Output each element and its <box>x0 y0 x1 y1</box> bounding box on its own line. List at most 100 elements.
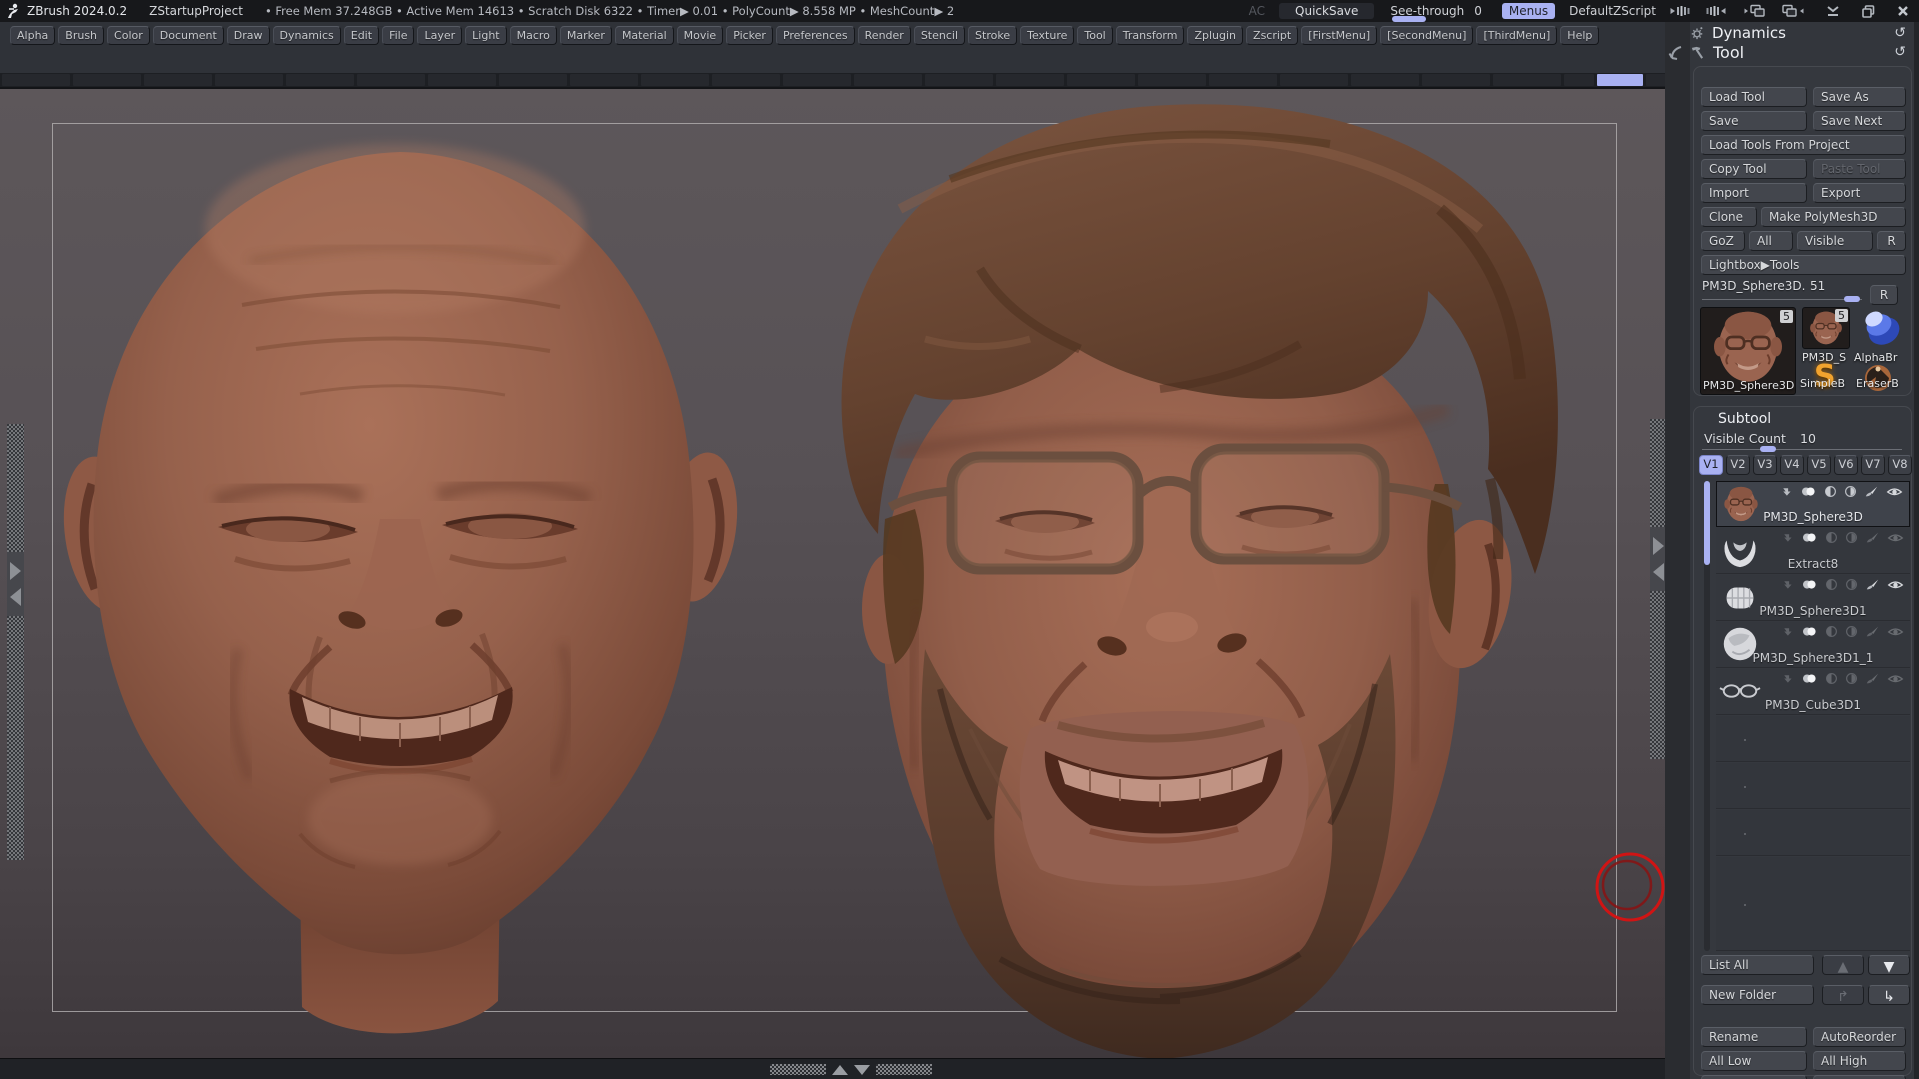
menu-secondmenu[interactable]: [SecondMenu] <box>1380 26 1474 45</box>
visibility-eye-icon[interactable] <box>1887 532 1904 544</box>
cut-button[interactable] <box>1701 1075 1807 1079</box>
menu-movie[interactable]: Movie <box>676 26 724 45</box>
polypaint-circles-icon[interactable] <box>1801 578 1818 591</box>
scrub-back-icon[interactable] <box>1670 5 1692 17</box>
menu-brush[interactable]: Brush <box>58 26 105 45</box>
polypaint-half-icon[interactable] <box>1825 531 1838 544</box>
dynamics-reset-icon[interactable]: ↺ <box>1894 25 1906 41</box>
quicksave-button[interactable]: QuickSave <box>1279 3 1375 19</box>
left-strip-open-icon[interactable] <box>10 562 21 580</box>
minimize-icon[interactable] <box>1826 5 1840 17</box>
restore-icon[interactable] <box>1862 4 1875 18</box>
menu-dynamics[interactable]: Dynamics <box>272 26 341 45</box>
default-zscript-button[interactable]: DefaultZScript <box>1569 4 1656 18</box>
menu-file[interactable]: File <box>382 26 415 45</box>
tab-v8[interactable]: V8 <box>1888 455 1912 475</box>
drop-arrow-icon[interactable] <box>1781 672 1794 685</box>
polypaint-brush-icon[interactable] <box>1865 625 1880 638</box>
menu-thirdmenu[interactable]: [ThirdMenu] <box>1476 26 1558 45</box>
active-tool-slider-track[interactable] <box>1702 299 1862 300</box>
right-canvas-scrollbar[interactable] <box>1650 419 1666 759</box>
tab-v6[interactable]: V6 <box>1834 455 1858 475</box>
polypaint-circles-icon[interactable] <box>1801 531 1818 544</box>
bottom-scroll-right[interactable] <box>876 1064 932 1075</box>
tray-divider[interactable] <box>1665 22 1690 1079</box>
menu-zplugin[interactable]: Zplugin <box>1187 26 1244 45</box>
move-up-button[interactable]: ▲ <box>1822 955 1864 975</box>
goz-r-button[interactable]: R <box>1877 231 1906 251</box>
menu-zscript[interactable]: Zscript <box>1246 26 1299 45</box>
tab-v3[interactable]: V3 <box>1753 455 1777 475</box>
menu-stencil[interactable]: Stencil <box>913 26 966 45</box>
menu-render[interactable]: Render <box>857 26 911 45</box>
shelf-up-icon[interactable] <box>832 1064 848 1075</box>
visibility-eye-icon[interactable] <box>1887 579 1904 591</box>
slider-r-button[interactable]: R <box>1870 285 1898 305</box>
menu-texture[interactable]: Texture <box>1020 26 1075 45</box>
autoreorder-button[interactable]: AutoReorder <box>1813 1027 1906 1047</box>
tool-reset-icon[interactable]: ↺ <box>1894 44 1906 60</box>
paste-tool-button[interactable]: Paste Tool <box>1813 159 1906 179</box>
shelf-down-icon[interactable] <box>854 1064 870 1075</box>
save-next-button[interactable]: Save Next <box>1813 111 1906 131</box>
subtool-row-pm3d-sphere3d1[interactable]: PM3D_Sphere3D1 <box>1716 575 1910 621</box>
drop-arrow-icon[interactable] <box>1781 578 1794 591</box>
polypaint-circles-icon[interactable] <box>1801 625 1818 638</box>
polypaint-half-icon[interactable] <box>1825 578 1838 591</box>
menu-macro[interactable]: Macro <box>509 26 557 45</box>
left-strip-close-icon[interactable] <box>10 588 21 606</box>
menu-light[interactable]: Light <box>465 26 507 45</box>
drop-arrow-icon[interactable] <box>1781 625 1794 638</box>
menu-marker[interactable]: Marker <box>559 26 612 45</box>
subtool-row-pm3d-sphere3d[interactable]: PM3D_Sphere3D <box>1716 481 1910 527</box>
menu-firstmenu[interactable]: [FirstMenu] <box>1301 26 1378 45</box>
menu-picker[interactable]: Picker <box>726 26 773 45</box>
menu-document[interactable]: Document <box>152 26 224 45</box>
active-tool-slider-handle[interactable] <box>1844 296 1860 302</box>
polypaint-contrast-icon[interactable] <box>1845 625 1858 638</box>
move-down-button[interactable]: ▼ <box>1868 955 1910 975</box>
move-into-folder-button[interactable]: ↳ <box>1868 985 1910 1005</box>
menu-color[interactable]: Color <box>107 26 150 45</box>
menu-edit[interactable]: Edit <box>343 26 380 45</box>
load-tools-from-project-button[interactable]: Load Tools From Project <box>1701 135 1906 155</box>
copy-tool-button[interactable]: Copy Tool <box>1701 159 1807 179</box>
tab-v7[interactable]: V7 <box>1861 455 1885 475</box>
visibility-eye-icon[interactable] <box>1887 626 1904 638</box>
polypaint-brush-icon[interactable] <box>1865 672 1880 685</box>
top-shelf-divider[interactable] <box>0 73 1665 87</box>
cascade-back-icon[interactable] <box>1744 4 1768 18</box>
goz-all-button[interactable]: All <box>1749 231 1793 251</box>
export-button[interactable]: Export <box>1813 183 1906 203</box>
make-polymesh3d-button[interactable]: Make PolyMesh3D <box>1761 207 1906 227</box>
tray-toggle-arrow-icon[interactable] <box>1668 44 1686 62</box>
see-through-slider[interactable]: See-through 0 <box>1388 4 1488 22</box>
subtool-scroll-handle[interactable] <box>1704 481 1710 565</box>
load-tool-button[interactable]: Load Tool <box>1701 87 1807 107</box>
dynamics-header[interactable]: Dynamics ↺ <box>1690 23 1914 43</box>
alpha-brush-thumbnail[interactable] <box>1852 307 1906 349</box>
drop-arrow-icon[interactable] <box>1780 485 1793 498</box>
save-button[interactable]: Save <box>1701 111 1807 131</box>
visibility-eye-icon[interactable] <box>1886 486 1903 498</box>
menu-material[interactable]: Material <box>614 26 674 45</box>
save-as-button[interactable]: Save As <box>1813 87 1906 107</box>
polypaint-half-icon[interactable] <box>1825 625 1838 638</box>
polypaint-half-icon[interactable] <box>1825 672 1838 685</box>
subtool-row-pm3d-sphere3d1-1[interactable]: PM3D_Sphere3D1_1 <box>1716 622 1910 668</box>
menu-layer[interactable]: Layer <box>417 26 463 45</box>
all-high-button[interactable]: All High <box>1813 1051 1906 1071</box>
subtool-row-pm3d-cube3d1[interactable]: PM3D_Cube3D1 <box>1716 669 1910 715</box>
polypaint-brush-icon[interactable] <box>1865 531 1880 544</box>
visible-count-label[interactable]: Visible Count <box>1704 431 1786 446</box>
polypaint-brush-icon[interactable] <box>1865 578 1880 591</box>
subtool-row-empty[interactable] <box>1716 810 1910 856</box>
scrub-forward-icon[interactable] <box>1704 5 1726 17</box>
polypaint-brush-icon[interactable] <box>1864 485 1879 498</box>
recent-tool-thumbnail[interactable]: 5 <box>1802 307 1850 349</box>
visibility-eye-icon[interactable] <box>1887 673 1904 685</box>
close-icon[interactable] <box>1897 5 1909 17</box>
menu-alpha[interactable]: Alpha <box>10 26 56 45</box>
left-canvas-scrollbar[interactable] <box>7 424 24 860</box>
move-out-folder-button[interactable]: ↱ <box>1822 985 1864 1005</box>
